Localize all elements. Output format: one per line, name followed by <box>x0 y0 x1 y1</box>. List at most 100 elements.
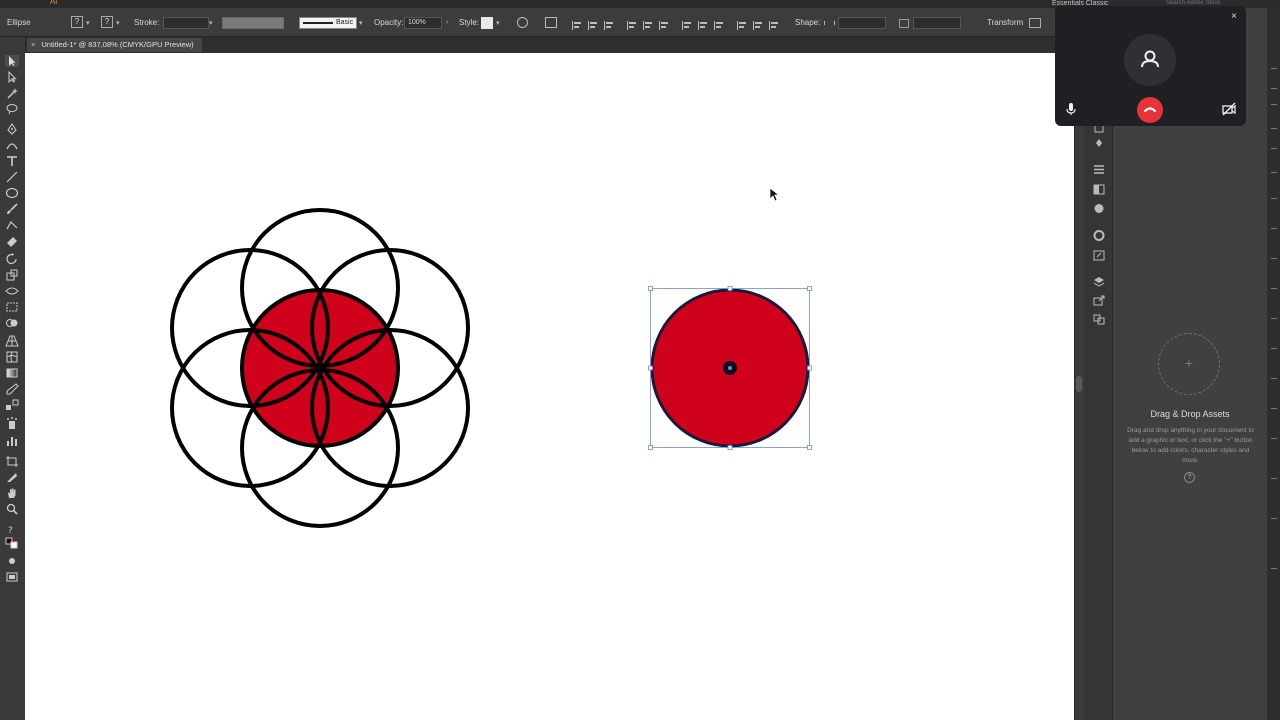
free-transform-icon[interactable] <box>5 301 19 313</box>
symbol-sprayer-icon[interactable] <box>5 417 19 429</box>
shape-height-input[interactable] <box>913 17 961 29</box>
distribute-top-icon[interactable] <box>682 21 693 30</box>
fill-dropdown-icon[interactable]: ▾ <box>86 19 90 27</box>
shape-label: Shape: <box>795 18 821 27</box>
artboard-canvas[interactable] <box>25 53 1074 720</box>
color-guide-icon[interactable] <box>1093 228 1105 241</box>
distribute-bottom-icon[interactable] <box>714 21 725 30</box>
app-logo: Ai <box>50 0 58 6</box>
pen-icon[interactable] <box>5 123 19 135</box>
export-icon[interactable] <box>1093 293 1105 306</box>
person-icon <box>1141 50 1159 68</box>
selected-ellipse[interactable] <box>648 286 812 450</box>
transform-options-icon[interactable] <box>1029 18 1041 28</box>
fill-swatch[interactable]: ? <box>71 16 83 28</box>
type-icon[interactable] <box>5 155 19 167</box>
scale-icon[interactable] <box>5 269 19 281</box>
selection-tool-icon[interactable] <box>5 55 19 67</box>
shape-width-input[interactable] <box>838 17 886 29</box>
screen-mode-icon[interactable] <box>5 571 19 583</box>
hangup-button[interactable] <box>1137 97 1163 123</box>
tools-panel: ? <box>0 37 26 720</box>
document-tab[interactable]: × Untitled-1* @ 837,08% (CMYK/GPU Preview… <box>27 38 202 52</box>
brush-definition[interactable]: Basic <box>299 17 357 29</box>
stroke-swatch[interactable]: ? <box>101 16 113 28</box>
gradient-panel-icon[interactable] <box>1093 182 1105 195</box>
graph-icon[interactable] <box>5 435 19 447</box>
align-vertical-center-icon[interactable] <box>643 21 654 30</box>
align-bottom-icon[interactable] <box>659 21 670 30</box>
distribute-vertical-center-icon[interactable] <box>698 21 709 30</box>
document-tab-title: Untitled-1* @ 837,08% (CMYK/GPU Preview) <box>41 40 194 49</box>
shape-width-icon <box>824 21 835 25</box>
assets-empty-description: Drag and drop anything in your document … <box>1127 427 1254 464</box>
scrollbar-thumb[interactable] <box>1076 376 1082 392</box>
align-horizontal-center-icon[interactable] <box>588 21 599 30</box>
layers-icon[interactable] <box>1093 274 1105 287</box>
shaper-icon[interactable] <box>5 219 19 231</box>
add-asset-plus-icon[interactable]: + <box>1158 355 1220 371</box>
zoom-icon[interactable] <box>5 503 19 515</box>
control-bar: Ellipse ? ▾ ? ▾ Stroke: ▾ Basic ▾ Opacit… <box>0 8 1055 37</box>
toggle-fill-stroke-icon[interactable]: ? <box>5 523 19 535</box>
distribute-right-icon[interactable] <box>769 21 780 30</box>
mesh-icon[interactable] <box>5 351 19 363</box>
rotate-icon[interactable] <box>5 253 19 265</box>
shape-builder-icon[interactable] <box>5 317 19 329</box>
artwork <box>170 208 812 528</box>
variable-width-profile[interactable] <box>222 17 284 29</box>
stroke-label: Stroke: <box>134 18 160 27</box>
call-close-icon[interactable]: × <box>1228 11 1240 23</box>
close-tab-icon[interactable]: × <box>31 40 35 49</box>
lasso-icon[interactable] <box>5 103 19 115</box>
direct-selection-icon[interactable] <box>5 71 19 83</box>
align-to-icon[interactable] <box>545 17 557 28</box>
curvature-icon[interactable] <box>5 139 19 151</box>
slice-icon[interactable] <box>5 471 19 483</box>
perspective-grid-icon[interactable] <box>5 335 19 347</box>
constrain-proportions-icon[interactable] <box>899 19 909 28</box>
drawing-mode-icon[interactable] <box>5 555 19 567</box>
eyedropper-icon[interactable] <box>5 383 19 395</box>
swatches-icon[interactable] <box>1093 201 1105 213</box>
camera-off-icon[interactable] <box>1221 101 1237 117</box>
opacity-arrow-icon[interactable]: › <box>446 19 448 26</box>
artboard-icon[interactable] <box>5 455 19 467</box>
align-top-icon[interactable] <box>627 21 638 30</box>
hangup-icon <box>1143 107 1157 113</box>
asset-export-icon[interactable] <box>1093 248 1105 261</box>
distribute-horizontal-center-icon[interactable] <box>753 21 764 30</box>
stroke-weight-input[interactable] <box>163 17 209 29</box>
eraser-icon[interactable] <box>5 235 19 247</box>
default-fill-stroke-icon[interactable] <box>5 537 19 549</box>
line-icon[interactable] <box>5 171 19 183</box>
style-label: Style: <box>459 18 480 27</box>
width-icon[interactable] <box>5 285 19 297</box>
align-right-icon[interactable] <box>604 21 615 30</box>
call-avatar <box>1124 34 1176 86</box>
screen-edge-strip <box>1267 8 1280 720</box>
transform-label[interactable]: Transform <box>987 18 1023 27</box>
paintbrush-icon[interactable] <box>5 203 19 215</box>
recolor-artwork-icon[interactable] <box>517 17 528 28</box>
stroke-weight-dropdown-icon[interactable]: ▾ <box>209 19 213 27</box>
svg-text:?: ? <box>8 526 13 535</box>
stroke-dropdown-icon[interactable]: ▾ <box>116 19 120 27</box>
hand-icon[interactable] <box>5 487 19 499</box>
distribute-left-icon[interactable] <box>737 21 748 30</box>
style-dropdown-icon[interactable]: ▾ <box>496 19 500 27</box>
ellipse-icon[interactable] <box>5 187 19 199</box>
object-type-label: Ellipse <box>7 18 31 27</box>
libraries-icon[interactable] <box>1093 136 1105 147</box>
magic-wand-icon[interactable] <box>5 87 19 99</box>
mic-icon[interactable] <box>1063 101 1079 117</box>
brush-dropdown-icon[interactable]: ▾ <box>359 19 363 27</box>
artboards-panel-icon[interactable] <box>1093 312 1105 325</box>
blend-icon[interactable] <box>5 399 19 411</box>
opacity-input[interactable]: 100% <box>404 17 442 29</box>
help-icon[interactable]: ? <box>1184 472 1195 483</box>
align-left-icon[interactable] <box>572 21 583 30</box>
stroke-panel-icon[interactable] <box>1093 162 1105 174</box>
gradient-icon[interactable] <box>5 367 19 379</box>
graphic-style-swatch[interactable] <box>481 17 493 29</box>
